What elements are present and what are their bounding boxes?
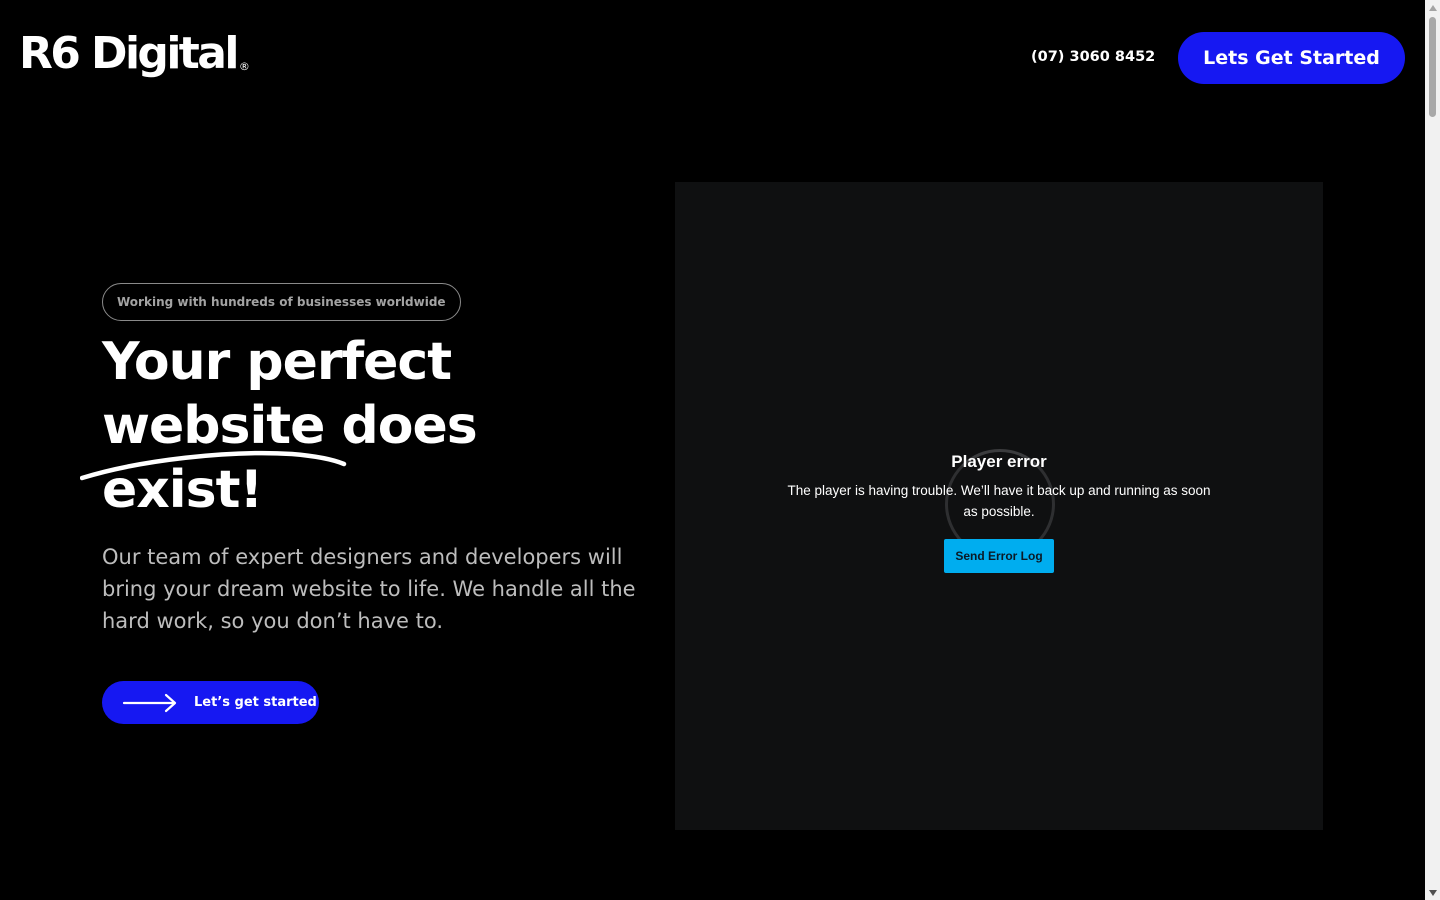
scroll-down-arrow-icon[interactable] (1425, 885, 1440, 900)
player-error-panel: Player error The player is having troubl… (675, 450, 1323, 573)
hero-subtext: Our team of expert designers and develop… (102, 545, 636, 633)
registered-mark: ® (238, 60, 250, 73)
headline-line-2: website does (102, 396, 478, 456)
page: R6 Digital ® (07) 3060 8452 Lets Get Sta… (0, 0, 1425, 900)
header-get-started-button[interactable]: Lets Get Started (1178, 32, 1405, 84)
send-error-log-button[interactable]: Send Error Log (944, 539, 1054, 573)
headline-line-1: Your perfect (102, 332, 452, 392)
hero-get-started-button[interactable]: Let’s get started (102, 681, 319, 724)
hero-badge: Working with hundreds of businesses worl… (102, 283, 461, 321)
phone-link[interactable]: (07) 3060 8452 (1031, 46, 1155, 68)
vertical-scrollbar[interactable] (1425, 0, 1440, 900)
video-player[interactable]: Player error The player is having troubl… (675, 182, 1323, 830)
scrollbar-thumb[interactable] (1429, 17, 1436, 117)
player-error-message: The player is having trouble. We’ll have… (787, 483, 1211, 519)
scroll-up-arrow-icon[interactable] (1425, 0, 1440, 15)
headline-line-3: exist! (102, 460, 263, 520)
logo[interactable]: R6 Digital ® (19, 26, 250, 82)
hero-headline: Your perfect website does exist! (102, 330, 662, 522)
hero-cta-label: Let’s get started (194, 695, 317, 710)
arrow-right-icon (122, 693, 177, 712)
logo-text: R6 Digital (19, 28, 239, 79)
player-error-title: Player error (951, 452, 1047, 471)
